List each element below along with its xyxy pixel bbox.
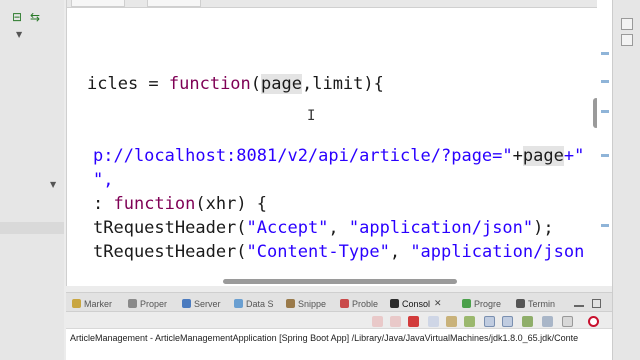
properties-icon xyxy=(128,299,137,308)
data-source-icon xyxy=(234,299,243,308)
code-token: ( xyxy=(250,74,262,94)
code-token: "Content-Type" xyxy=(246,242,390,262)
tab-terminal[interactable]: Termin xyxy=(516,297,555,310)
package-explorer-strip: ⊟ ⇆ ▼ ▼ xyxy=(0,0,64,360)
tab-markers[interactable]: Marker xyxy=(72,297,112,310)
ruler-marker[interactable] xyxy=(601,224,609,227)
code-line: tRequestHeader("Content-Type", "applicat… xyxy=(93,242,584,262)
tab-data-source[interactable]: Data S xyxy=(234,297,274,310)
text-cursor-icon: I xyxy=(307,108,316,124)
code-token: "application/json" xyxy=(348,218,534,238)
code-token: page xyxy=(522,146,564,166)
close-tab-icon[interactable]: ✕ xyxy=(434,299,442,309)
show-on-error-icon[interactable] xyxy=(502,316,513,327)
view-menu-icon[interactable] xyxy=(588,316,599,327)
editor-tab[interactable] xyxy=(71,0,125,7)
overview-ruler[interactable] xyxy=(597,0,612,286)
ruler-marker[interactable] xyxy=(601,80,609,83)
maximize-view-button[interactable] xyxy=(592,297,601,310)
console-icon xyxy=(390,299,399,308)
terminate-icon[interactable] xyxy=(408,316,419,327)
editor-tab-bar xyxy=(67,0,612,8)
code-token: "Accept" xyxy=(246,218,329,238)
code-token: ); xyxy=(533,218,554,238)
code-token: tRequestHeader( xyxy=(93,218,247,238)
problems-icon xyxy=(340,299,349,308)
pin-console-icon[interactable] xyxy=(522,316,533,327)
code-token: +" xyxy=(563,146,585,166)
show-on-output-icon[interactable] xyxy=(484,316,495,327)
code-token: function xyxy=(168,74,251,94)
code-token: page xyxy=(261,74,302,94)
tab-problems[interactable]: Proble xyxy=(340,297,378,310)
code-line: p://localhost:8081/v2/api/article/?page=… xyxy=(93,146,584,166)
ruler-marker[interactable] xyxy=(601,154,609,157)
view-menu-chevron-icon[interactable]: ▼ xyxy=(16,30,22,39)
clear-console-icon[interactable] xyxy=(428,316,439,327)
editor-tab[interactable] xyxy=(147,0,201,7)
tab-snippets[interactable]: Snippe xyxy=(286,297,326,310)
remove-launch-icon[interactable] xyxy=(372,316,383,327)
code-token: function xyxy=(113,194,196,214)
code-line: tRequestHeader("Accept", "application/js… xyxy=(93,218,554,238)
ruler-marker[interactable] xyxy=(601,110,609,113)
open-console-icon[interactable] xyxy=(562,316,573,327)
code-token: tRequestHeader( xyxy=(93,242,247,262)
code-token: p://localhost:8081/v2/api/article/?page=… xyxy=(93,146,513,166)
progress-icon xyxy=(462,299,471,308)
code-token: : xyxy=(93,194,114,214)
tree-expand-icon[interactable]: ▼ xyxy=(50,180,56,189)
code-token: (xhr) { xyxy=(195,194,268,214)
tab-servers[interactable]: Server xyxy=(182,297,221,310)
tab-progress[interactable]: Progre xyxy=(462,297,501,310)
code-token: , xyxy=(328,218,349,238)
tab-console[interactable]: Consol ✕ xyxy=(390,297,442,310)
code-token: + xyxy=(512,146,523,166)
remove-all-launches-icon[interactable] xyxy=(390,316,401,327)
code-line: icles = function(page,limit){ xyxy=(87,74,384,94)
maximize-icon[interactable] xyxy=(621,34,633,46)
code-line: ", xyxy=(93,170,113,190)
tab-properties[interactable]: Proper xyxy=(128,297,167,310)
selected-tree-row[interactable] xyxy=(0,222,64,234)
code-token: ", xyxy=(93,170,114,190)
right-trim-stack xyxy=(612,0,640,360)
maximize-icon xyxy=(592,299,601,308)
minimize-view-button[interactable] xyxy=(574,297,584,310)
link-with-editor-icon[interactable]: ⇆ xyxy=(30,10,40,24)
console-launch-title: ArticleManagement - ArticleManagementApp… xyxy=(70,333,579,343)
display-selected-console-icon[interactable] xyxy=(542,316,553,327)
code-editor[interactable]: icles = function(page,limit){ p://localh… xyxy=(66,0,612,286)
code-token: "application/json xyxy=(410,242,585,262)
collapse-all-icon[interactable]: ⊟ xyxy=(12,10,22,24)
markers-icon xyxy=(72,299,81,308)
ruler-marker[interactable] xyxy=(601,52,609,55)
code-token: , xyxy=(389,242,411,262)
code-token: icles = xyxy=(87,74,169,94)
servers-icon xyxy=(182,299,191,308)
code-line: : function(xhr) { xyxy=(93,194,267,214)
scroll-lock-icon[interactable] xyxy=(446,316,457,327)
word-wrap-icon[interactable] xyxy=(464,316,475,327)
console-view-tab-bar: Marker Proper Server Data S Snippe Probl… xyxy=(66,292,612,312)
code-token: ,limit){ xyxy=(301,74,384,94)
snippets-icon xyxy=(286,299,295,308)
horizontal-scrollbar-thumb[interactable] xyxy=(223,279,457,284)
console-output[interactable]: ArticleManagement - ArticleManagementApp… xyxy=(66,328,612,360)
terminal-icon xyxy=(516,299,525,308)
minimize-icon xyxy=(574,304,584,307)
restore-icon[interactable] xyxy=(621,18,633,30)
